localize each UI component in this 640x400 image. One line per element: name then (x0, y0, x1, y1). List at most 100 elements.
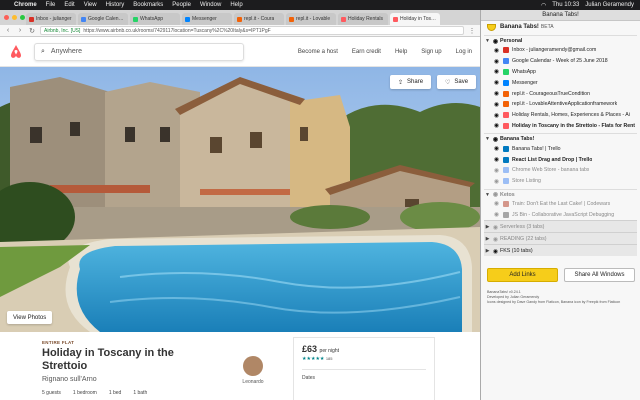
nav-become-host[interactable]: Become a host (298, 49, 338, 55)
browser-tab[interactable]: Inbox - julianger (26, 13, 76, 25)
nav-earn-credit[interactable]: Earn credit (352, 49, 381, 55)
menu-help[interactable]: Help (230, 2, 242, 8)
eye-icon[interactable]: ◉ (492, 167, 501, 174)
url-text[interactable]: https://www.airbnb.co.uk/rooms/7429117lo… (83, 28, 270, 34)
window-group-name: Ketos (500, 191, 515, 198)
tab-list-item[interactable]: ◉ repl.it - LovableAttentiveApplicationfr… (484, 99, 637, 110)
window-group-header[interactable]: ▶ ◉ FKS (10 tabs) (484, 244, 637, 257)
eye-icon[interactable]: ◉ (492, 90, 501, 97)
rating[interactable]: ★★★★★ 185 (302, 356, 426, 362)
browser-tab[interactable]: Holiday Rentals (338, 13, 388, 25)
airbnb-logo-icon[interactable] (8, 44, 24, 60)
window-group-header[interactable]: ▼ ◉ Ketos (484, 188, 637, 199)
reload-icon[interactable]: ↻ (28, 27, 36, 35)
eye-icon[interactable]: ◉ (492, 79, 501, 86)
chevron-right-icon[interactable]: ▶ (484, 236, 491, 242)
user-name[interactable]: Julian Geramendy (585, 2, 634, 8)
nav-help[interactable]: Help (395, 49, 407, 55)
save-button[interactable]: ♡ Save (437, 75, 477, 89)
wifi-icon[interactable]: ◠ (541, 2, 546, 9)
tab-list-item[interactable]: ◉ Banana Tabs! | Trello (484, 143, 637, 154)
booking-card: £63 per night ★★★★★ 185 Dates (293, 337, 435, 400)
address-bar[interactable]: Airbnb, Inc. [US] https://www.airbnb.co.… (40, 26, 464, 35)
tab-list-item[interactable]: ◉ Holiday in Toscany in the Strettoio - F… (484, 121, 637, 132)
tab-list-item[interactable]: ◉ Inbox - juliangeramendy@gmail.com (484, 45, 637, 56)
browser-tab[interactable]: Google Calendar (78, 13, 128, 25)
eye-icon[interactable]: ◉ (492, 156, 501, 163)
share-all-windows-button[interactable]: Share All Windows (564, 268, 635, 282)
share-button[interactable]: ⇪ Share (390, 75, 432, 89)
window-group-header[interactable]: ▶ ◉ READING (22 tabs) (484, 232, 637, 245)
nav-sign-up[interactable]: Sign up (421, 49, 441, 55)
menu-window[interactable]: Window (200, 2, 221, 8)
tab-list-item[interactable]: ◉ repl.it - CourageousTrueCondition (484, 88, 637, 99)
browser-tab[interactable]: repl.it - Coura (234, 13, 284, 25)
tab-list-item[interactable]: ◉ WhatsApp (484, 67, 637, 78)
back-icon[interactable]: ‹ (4, 27, 12, 34)
menu-icon[interactable]: ⋮ (468, 27, 476, 35)
forward-icon[interactable]: › (16, 27, 24, 34)
browser-tab[interactable]: repl.it - Lovable (286, 13, 336, 25)
window-group-header[interactable]: ▶ ◉ Serverless (3 tabs) (484, 220, 637, 233)
chevron-down-icon[interactable]: ▼ (484, 38, 491, 44)
nav-log-in[interactable]: Log in (456, 49, 472, 55)
tab-list-item[interactable]: ◉ React List Drag and Drop | Trello (484, 154, 637, 165)
chevron-down-icon[interactable]: ▼ (484, 136, 491, 142)
eye-icon[interactable]: ◉ (492, 178, 501, 185)
tab-favicon-icon (133, 16, 138, 22)
tab-strip: Inbox - julianger Google Calendar WhatsApp… (0, 10, 480, 25)
menu-people[interactable]: People (172, 2, 191, 8)
eye-icon[interactable]: ◉ (492, 200, 501, 207)
menu-history[interactable]: History (106, 2, 125, 8)
view-photos-button[interactable]: View Photos (7, 311, 53, 324)
menu-view[interactable]: View (84, 2, 97, 8)
listing-hero-photo[interactable]: ⇪ Share ♡ Save View Photos (0, 67, 480, 332)
eye-icon[interactable]: ◉ (492, 101, 501, 108)
browser-tab[interactable]: Messenger (182, 13, 232, 25)
menu-file[interactable]: File (46, 2, 56, 8)
avatar[interactable] (243, 356, 263, 376)
browser-tab[interactable]: WhatsApp (130, 13, 180, 25)
eye-icon[interactable]: ◉ (491, 236, 500, 243)
tab-list-item[interactable]: ◉ JS Bin - Collaborative JavaScript Debug… (484, 209, 637, 220)
tab-list-item[interactable]: ◉ Train: Don't Eat the Last Cake! | Codew… (484, 199, 637, 210)
eye-icon[interactable]: ◉ (491, 248, 500, 255)
browser-tab[interactable]: Holiday in Toscan (390, 13, 440, 25)
menu-bookmarks[interactable]: Bookmarks (133, 2, 163, 8)
secure-site-label[interactable]: Airbnb, Inc. [US] (44, 28, 80, 34)
eye-icon[interactable]: ◉ (492, 122, 501, 129)
host-profile[interactable]: Leonardo (240, 356, 266, 385)
eye-icon[interactable]: ◉ (492, 68, 501, 75)
tab-list-item[interactable]: ◉ Holiday Rentals, Homes, Experiences & P… (484, 110, 637, 121)
tab-list-item[interactable]: ◉ Chrome Web Store - banana tabs (484, 165, 637, 176)
eye-icon[interactable]: ◉ (492, 58, 501, 65)
fact-guests: 5 guests (42, 390, 61, 396)
search-box[interactable]: ⌕ Anywhere (34, 42, 244, 61)
chevron-right-icon[interactable]: ▶ (484, 248, 491, 254)
tab-list-item[interactable]: ◉ Google Calendar - Week of 25 June 2018 (484, 56, 637, 67)
window-group-header[interactable]: ▼ ◉ Personal (484, 35, 637, 45)
chevron-right-icon[interactable]: ▶ (484, 224, 491, 230)
tab-list-item[interactable]: ◉ Messenger (484, 77, 637, 88)
eye-icon[interactable]: ◉ (491, 38, 500, 45)
maximize-window-button[interactable] (20, 15, 25, 20)
window-group-header[interactable]: ▼ ◉ Banana Tabs! (484, 133, 637, 143)
add-links-button[interactable]: Add Links (487, 268, 558, 282)
search-placeholder[interactable]: Anywhere (51, 48, 82, 55)
listing-location[interactable]: Rignano sull'Arno (42, 376, 97, 383)
eye-icon[interactable]: ◉ (491, 191, 500, 198)
host-name[interactable]: Leonardo (240, 379, 266, 385)
close-window-button[interactable] (4, 15, 9, 20)
eye-icon[interactable]: ◉ (492, 211, 501, 218)
tab-list-item[interactable]: ◉ Store Listing (484, 176, 637, 187)
eye-icon[interactable]: ◉ (491, 136, 500, 143)
eye-icon[interactable]: ◉ (492, 47, 501, 54)
chevron-down-icon[interactable]: ▼ (484, 192, 491, 198)
eye-icon[interactable]: ◉ (491, 224, 500, 231)
menu-app-name[interactable]: Chrome (14, 2, 37, 8)
minimize-window-button[interactable] (12, 15, 17, 20)
eye-icon[interactable]: ◉ (492, 112, 501, 119)
menu-edit[interactable]: Edit (64, 2, 74, 8)
clock[interactable]: Thu 10:33 (552, 2, 579, 8)
eye-icon[interactable]: ◉ (492, 145, 501, 152)
